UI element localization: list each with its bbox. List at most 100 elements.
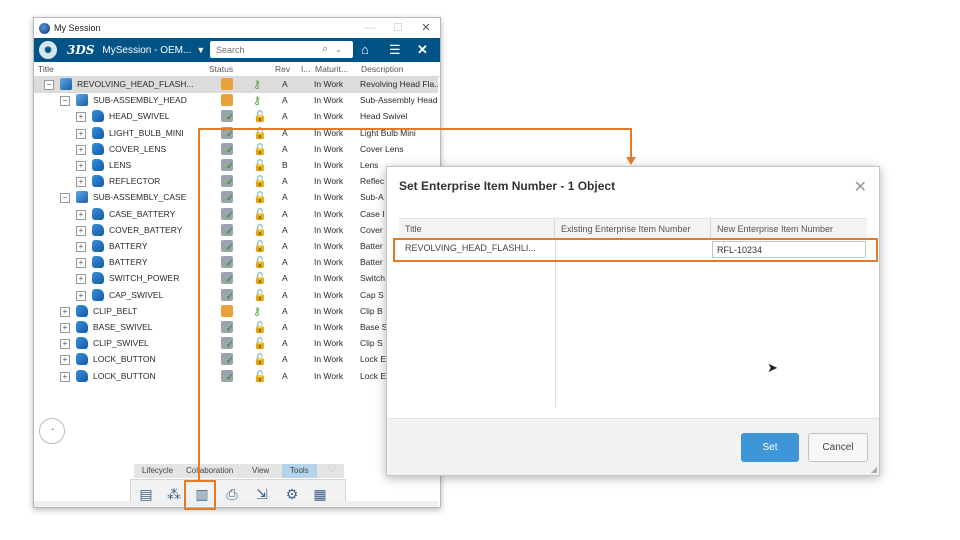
search-icon[interactable]: ⌕: [322, 43, 328, 56]
search-input[interactable]: [210, 43, 316, 56]
gauge-icon[interactable]: ◔: [39, 418, 65, 444]
cancel-button[interactable]: Cancel: [808, 433, 868, 462]
expand-toggle-icon[interactable]: +: [76, 258, 86, 269]
tree-row[interactable]: +CAP_SWIVEL🔓AIn WorkCap S: [34, 288, 438, 304]
session-name[interactable]: MySession - OEM...: [102, 45, 191, 56]
tree-row-maturity: In Work: [314, 192, 344, 203]
tree-row[interactable]: + COVER_LENS 🔓 A In Work Cover Lens: [34, 142, 438, 158]
tab-view[interactable]: View: [252, 466, 269, 475]
tree-row[interactable]: +COVER_BATTERY🔓AIn WorkCover: [34, 223, 438, 239]
expand-toggle-icon[interactable]: −: [44, 80, 54, 90]
tree-row-maturity: In Work: [314, 111, 344, 122]
expand-toggle-icon[interactable]: +: [60, 371, 70, 382]
tree-row-rev: A: [282, 305, 288, 316]
tree-row[interactable]: − REVOLVING_HEAD_FLASH... ⚷ A In Work Revolvi…: [34, 77, 438, 93]
expand-toggle-icon[interactable]: −: [60, 96, 70, 107]
tree-row-title: CLIP_BELT: [93, 305, 138, 316]
status-synced-icon: [221, 240, 234, 253]
part-icon: [76, 353, 88, 366]
close-session-icon[interactable]: ✕: [417, 41, 428, 58]
unlocked-icon: 🔓: [253, 322, 267, 334]
set-button[interactable]: Set: [741, 433, 799, 462]
tree-row-maturity: In Work: [314, 289, 344, 300]
status-synced-icon: [221, 110, 234, 123]
col-description[interactable]: Description: [361, 64, 404, 74]
expand-toggle-icon[interactable]: +: [76, 177, 86, 188]
expand-toggle-icon[interactable]: +: [76, 242, 86, 252]
expand-toggle-icon[interactable]: +: [76, 161, 86, 171]
search-dropdown-icon[interactable]: ⌄: [335, 45, 342, 54]
unlocked-icon: 🔓: [253, 370, 267, 383]
tab-tools[interactable]: Tools: [282, 464, 317, 478]
unlocked-icon: 🔓: [253, 354, 267, 367]
unlocked-icon: 🔓: [253, 241, 267, 253]
tab-collaboration[interactable]: Collaboration: [186, 466, 233, 475]
expand-toggle-icon[interactable]: +: [60, 355, 70, 366]
tag-icon[interactable]: ⌂: [361, 41, 369, 58]
tree-row[interactable]: + LIGHT_BULB_MINI 🔓 A In Work Light Bulb Mini: [34, 126, 438, 142]
tree-row-title: LOCK_BUTTON: [93, 354, 156, 365]
tree-row[interactable]: +LOCK_BUTTON🔓AIn WorkLock E: [34, 369, 438, 385]
expand-toggle-icon[interactable]: +: [76, 290, 86, 301]
tree-row[interactable]: + HEAD_SWIVEL 🔓 A In Work Head Swivel: [34, 109, 438, 125]
dialog-title: Set Enterprise Item Number - 1 Object: [399, 179, 616, 193]
tree-row-maturity: In Work: [314, 95, 344, 106]
status-synced-icon: [221, 223, 234, 237]
expand-toggle-icon[interactable]: +: [60, 306, 70, 317]
part-icon: [76, 321, 88, 333]
tree-row[interactable]: +BATTERY🔓AIn WorkBatter: [34, 255, 438, 271]
tree-row-rev: A: [282, 257, 288, 268]
tree-row-maturity: In Work: [314, 79, 344, 89]
compass-icon[interactable]: ✺: [39, 41, 57, 59]
part-icon: [92, 256, 104, 269]
tree-row-title: BASE_SWIVEL: [93, 322, 153, 332]
close-window-button[interactable]: ✕: [412, 18, 440, 38]
tree-row-maturity: In Work: [314, 160, 344, 170]
expand-toggle-icon[interactable]: −: [60, 193, 70, 204]
expand-toggle-icon[interactable]: +: [76, 225, 86, 236]
chevron-down-icon[interactable]: ▼: [196, 45, 205, 55]
tree-row[interactable]: +SWITCH_POWER🔓AIn WorkSwitch: [34, 271, 438, 287]
col-title[interactable]: Title: [38, 64, 54, 74]
tree-row-maturity: In Work: [314, 257, 344, 268]
part-icon: [92, 159, 104, 171]
tab-lifecycle[interactable]: Lifecycle: [142, 466, 173, 475]
tree-row[interactable]: +CASE_BATTERY🔓AIn WorkCase I: [34, 207, 438, 223]
tree-row[interactable]: +BATTERY🔓AIn WorkBatter: [34, 239, 438, 255]
col-status[interactable]: Status: [209, 64, 233, 74]
maximize-button[interactable]: ☐: [384, 18, 412, 38]
tree-row[interactable]: −SUB-ASSEMBLY_CASE🔓AIn WorkSub-A: [34, 190, 438, 206]
resize-grip-icon[interactable]: ◢: [871, 465, 877, 474]
menu-icon[interactable]: ☰: [389, 41, 401, 58]
close-icon[interactable]: ✕: [854, 177, 867, 197]
col-i[interactable]: I...: [301, 64, 310, 74]
assembly-icon: [76, 94, 88, 107]
tree-row-rev: B: [282, 160, 288, 170]
tree-row[interactable]: +BASE_SWIVEL🔓AIn WorkBase S: [34, 320, 438, 336]
expand-toggle-icon[interactable]: +: [76, 209, 86, 220]
expand-toggle-icon[interactable]: +: [60, 323, 70, 333]
expand-toggle-icon[interactable]: +: [76, 128, 86, 139]
expand-toggle-icon[interactable]: +: [76, 112, 86, 123]
tree-row-maturity: In Work: [314, 354, 344, 365]
new-item-number-input[interactable]: [712, 241, 866, 258]
tree-row[interactable]: +LOCK_BUTTON🔓AIn WorkLock E: [34, 352, 438, 368]
horizontal-scrollbar[interactable]: [34, 501, 438, 507]
heart-icon[interactable]: ♡: [328, 464, 337, 475]
tree-row[interactable]: +LENS🔓BIn WorkLens: [34, 158, 438, 174]
tree-row[interactable]: − SUB-ASSEMBLY_HEAD ⚷ A In Work Sub-Assembly …: [34, 93, 438, 109]
dialog-footer: Set Cancel ◢: [387, 418, 879, 475]
tree-row-rev: A: [282, 176, 288, 187]
col-rev[interactable]: Rev: [275, 64, 290, 74]
minimize-button[interactable]: —: [356, 18, 384, 38]
tree-row[interactable]: + CLIP_BELT ⚷ A In Work Clip B: [34, 304, 438, 320]
part-icon: [92, 126, 104, 139]
expand-toggle-icon[interactable]: +: [76, 274, 86, 285]
expand-toggle-icon[interactable]: +: [60, 339, 70, 350]
tree-row-title: LENS: [109, 160, 132, 170]
expand-toggle-icon[interactable]: +: [76, 144, 86, 155]
tree-row[interactable]: +CLIP_SWIVEL🔓AIn WorkClip S: [34, 336, 438, 352]
tree-row[interactable]: +REFLECTOR🔓AIn WorkReflec: [34, 174, 438, 190]
tree-row-title: CASE_BATTERY: [109, 208, 176, 219]
col-maturity[interactable]: Maturit...: [315, 64, 348, 74]
